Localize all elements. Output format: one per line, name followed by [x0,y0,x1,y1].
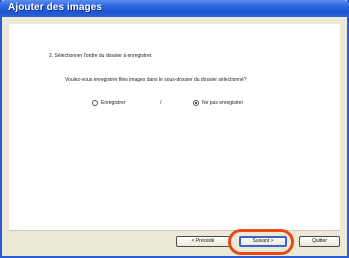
radio-enregistrer-label[interactable]: Enregistrer [101,100,125,106]
next-button[interactable]: Suivant > [239,236,287,247]
radio-ne-pas-enregistrer[interactable] [193,100,199,106]
save-options: Enregistrer / Ne pas enregistrer [92,100,302,110]
dialog-window: Ajouter des images 2. Sélectionner l'ord… [0,0,349,258]
previous-button[interactable]: < Précédé [176,236,230,247]
save-question: Voulez-vous enregistrer files images dan… [65,77,247,83]
button-bar: < Précédé Suivant > Quitter [2,232,347,252]
quit-button[interactable]: Quitter [299,236,340,247]
radio-enregistrer[interactable] [92,100,98,106]
window-title: Ajouter des images [8,2,103,13]
content-panel: 2. Sélectionner l'ordre du dossier à enr… [9,24,340,231]
title-bar: Ajouter des images [0,0,349,17]
step-instruction: 2. Sélectionner l'ordre du dossier à enr… [49,53,153,59]
option-separator: / [160,100,162,106]
radio-ne-pas-enregistrer-label[interactable]: Ne pas enregistrer [202,100,243,106]
